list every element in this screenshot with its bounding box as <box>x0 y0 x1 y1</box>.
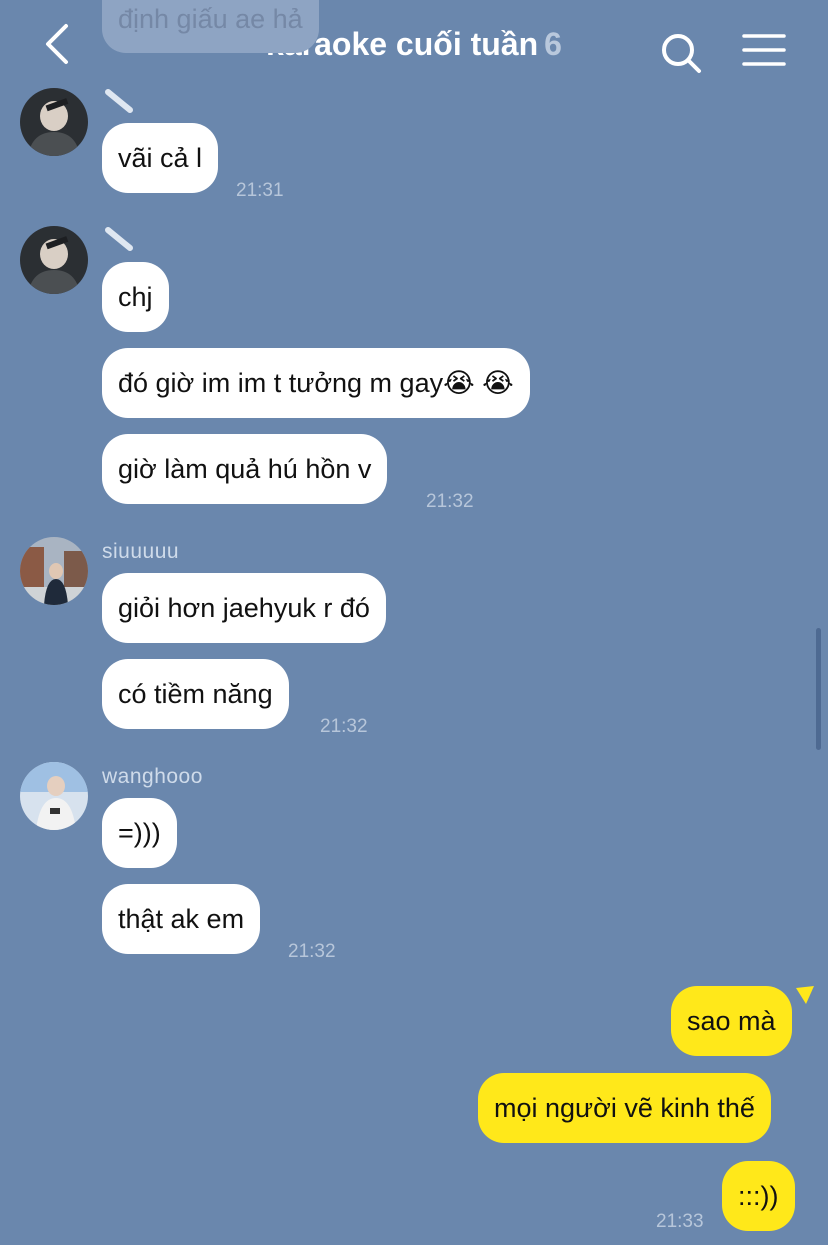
avatar[interactable] <box>20 762 88 830</box>
message-bubble[interactable]: giỏi hơn jaehyuk r đó <box>102 573 386 643</box>
avatar[interactable] <box>20 226 88 294</box>
scrollbar[interactable] <box>816 628 821 750</box>
sender-name: wanghooo <box>102 765 203 788</box>
menu-icon[interactable] <box>742 32 786 68</box>
message-bubble[interactable]: chj <box>102 262 169 332</box>
message-time: 21:32 <box>288 941 336 962</box>
search-icon[interactable] <box>660 32 704 76</box>
avatar[interactable] <box>20 88 88 156</box>
message-bubble[interactable]: đó giờ im im t tưởng m gay😭 😭 <box>102 348 530 418</box>
message-text: đó giờ im im t tưởng m gay <box>118 368 444 398</box>
message-time: 21:32 <box>426 491 474 512</box>
outgoing-message-bubble[interactable]: sao mà <box>671 986 792 1056</box>
member-count: 6 <box>544 26 562 62</box>
bubble-tail <box>796 986 814 1004</box>
message-bubble[interactable]: có tiềm năng <box>102 659 289 729</box>
crying-emoji: 😭 <box>443 368 475 398</box>
message-time: 21:32 <box>320 716 368 737</box>
message-bubble[interactable]: giờ làm quả hú hồn v <box>102 434 388 504</box>
message-time: 21:31 <box>236 180 284 201</box>
message-bubble[interactable]: thật ak em <box>102 884 261 954</box>
pencil-icon <box>105 227 133 251</box>
message-bubble[interactable]: vãi cả l <box>102 123 219 193</box>
outgoing-message-bubble[interactable]: :::)) <box>722 1161 795 1231</box>
message-time: 21:33 <box>656 1211 704 1232</box>
crying-emoji: 😭 <box>482 368 514 398</box>
pencil-icon <box>105 89 133 113</box>
sender-name: siuuuuu <box>102 540 180 563</box>
avatar[interactable] <box>20 537 88 605</box>
outgoing-message-bubble[interactable]: mọi người vẽ kinh thế <box>478 1073 771 1143</box>
faded-message: định giấu ae hả <box>102 0 319 53</box>
message-bubble[interactable]: =))) <box>102 798 177 868</box>
